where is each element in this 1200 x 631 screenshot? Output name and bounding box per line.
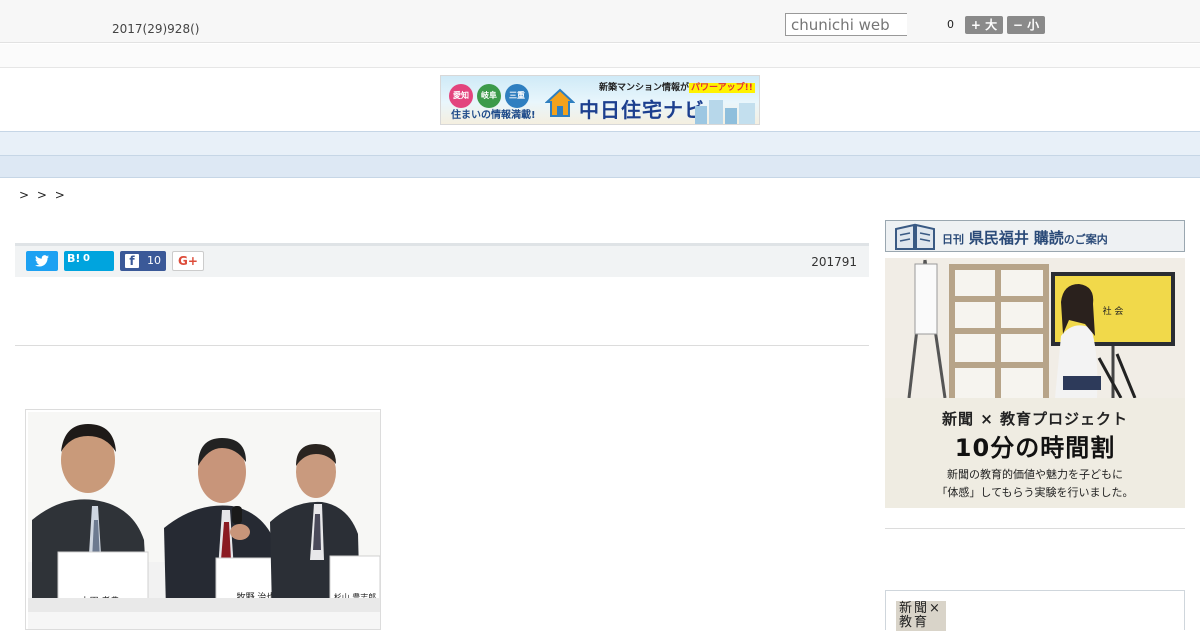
banner-region-mie: 三重: [505, 84, 529, 108]
facebook-count: 10: [147, 254, 161, 267]
hatena-icon: B!: [67, 252, 81, 265]
subscribe-prefix: 日刊: [942, 233, 964, 246]
press-conference-image: 上田 孝典 牧野 治也 杉山 豊志郎: [28, 412, 380, 629]
ad-description-1: 新聞の教育的価値や魅力を子どもに: [947, 468, 1123, 481]
twitter-share-button[interactable]: [26, 251, 58, 271]
book-icon: [895, 223, 935, 250]
ad-headline: 10分の時間割: [954, 434, 1116, 462]
article-photo[interactable]: 上田 孝典 牧野 治也 杉山 豊志郎: [25, 409, 381, 630]
twitter-icon: [35, 255, 49, 267]
housing-navi-banner[interactable]: 愛知 岐阜 三重 住まいの情報満載! 新築マンション情報が パワーアップ!! 中日…: [440, 75, 760, 125]
banner-headline: 新築マンション情報が パワーアップ!!: [599, 80, 755, 93]
header-sub-bar: [0, 44, 1200, 68]
hatena-bookmark-button[interactable]: B! 0: [64, 251, 114, 271]
facebook-icon: f: [125, 254, 139, 268]
banner-subtext: 住まいの情報満載!: [451, 110, 536, 121]
sidebar-divider: [885, 528, 1185, 529]
newspaper-education-logo: 新聞×教育: [896, 601, 946, 631]
publish-date: 201791: [811, 255, 857, 269]
subscribe-paper: 県民福井: [968, 229, 1029, 247]
font-larger-button[interactable]: + 大: [965, 16, 1003, 34]
subscribe-suffix: のご案内: [1063, 233, 1108, 246]
subscribe-text: 日刊 県民福井 購読のご案内: [942, 227, 1108, 248]
share-bar: B! 0 f 10 G+ 201791: [15, 243, 869, 277]
banner-brand: 中日住宅ナビ: [579, 98, 705, 122]
facebook-share-button[interactable]: f 10: [120, 251, 166, 271]
classroom-image: 社 会: [885, 258, 1185, 398]
ad-description-2: 「体感」してもらう実験を行いました。: [936, 486, 1134, 499]
font-smaller-button[interactable]: − 小: [1007, 16, 1045, 34]
sidebar-box[interactable]: 新聞×教育: [885, 590, 1185, 631]
banner-region-gifu: 岐阜: [477, 84, 501, 108]
board-label: 社 会: [1103, 305, 1124, 317]
sub-nav: [0, 156, 1200, 178]
search-input[interactable]: [785, 13, 907, 36]
buildings-illustration: [695, 100, 755, 124]
banner-headline-prefix: 新築マンション情報が: [599, 83, 690, 93]
hatena-count: 0: [83, 253, 90, 264]
education-project-ad[interactable]: 社 会 新聞 × 教育プロジェクト 10分の時間割 新聞の教育的価値や魅力を子ど…: [885, 258, 1185, 508]
ad-caption: 新聞 × 教育プロジェクト 10分の時間割 新聞の教育的価値や魅力を子どもに 「…: [885, 398, 1185, 508]
breadcrumb[interactable]: > > >: [19, 188, 67, 202]
ad-project-title: 新聞 × 教育プロジェクト: [941, 410, 1128, 428]
house-icon: [545, 88, 575, 117]
current-date: 2017(29)928(): [112, 22, 200, 36]
article-divider: [15, 345, 869, 346]
subscribe-banner[interactable]: 日刊 県民福井 購読のご案内: [885, 220, 1185, 252]
subscribe-action: 購読: [1033, 229, 1064, 247]
main-nav: [0, 131, 1200, 156]
google-plus-button[interactable]: G+: [172, 251, 204, 271]
banner-headline-highlight: パワーアップ!!: [689, 83, 755, 93]
font-size-indicator: 0: [947, 18, 954, 31]
banner-region-aichi: 愛知: [449, 84, 473, 108]
